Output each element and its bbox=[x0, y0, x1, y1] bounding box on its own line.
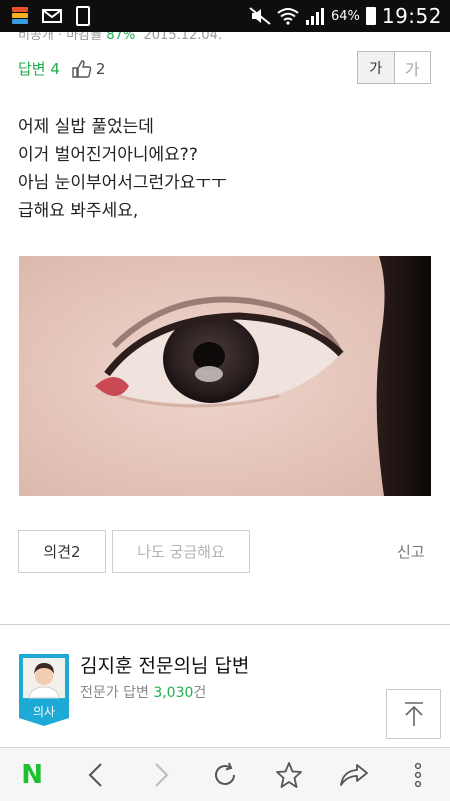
clock: 19:52 bbox=[381, 4, 442, 28]
chevron-right-icon bbox=[154, 762, 169, 787]
more-vertical-icon bbox=[414, 762, 421, 787]
app-notification-icon bbox=[12, 7, 28, 25]
share-button[interactable] bbox=[330, 751, 378, 799]
expert-answer-title[interactable]: 김지훈 전문의님 답변 bbox=[80, 651, 249, 678]
font-size-toggle: 가 가 bbox=[357, 51, 431, 84]
font-size-large-button[interactable]: 가 bbox=[395, 52, 431, 83]
refresh-button[interactable] bbox=[201, 751, 249, 799]
naver-home-button[interactable]: N bbox=[8, 751, 56, 799]
star-icon bbox=[276, 761, 303, 788]
opinion-button[interactable]: 의견2 bbox=[18, 530, 106, 573]
question-line: 이거 벌어진거아니에요?? bbox=[18, 145, 198, 165]
more-menu-button[interactable] bbox=[394, 751, 442, 799]
question-line: 급해요 봐주세요, bbox=[18, 201, 139, 221]
status-bar: 64% 19:52 bbox=[0, 0, 450, 32]
mute-icon bbox=[249, 7, 271, 25]
battery-percent: 64% bbox=[330, 8, 360, 24]
answer-count-link[interactable]: 답변 4 bbox=[18, 58, 60, 79]
section-divider bbox=[0, 624, 450, 625]
thumbs-up-icon bbox=[72, 59, 92, 78]
like-button[interactable]: 2 bbox=[72, 59, 106, 78]
report-link[interactable]: 신고 bbox=[397, 541, 425, 562]
question-line: 아님 눈이부어서그런가요ㅜㅜ bbox=[18, 173, 227, 193]
wifi-icon bbox=[277, 8, 299, 25]
doctor-badge: 의사 bbox=[32, 705, 56, 719]
refresh-icon bbox=[214, 762, 235, 785]
arrow-up-icon bbox=[404, 702, 423, 726]
share-icon bbox=[339, 763, 368, 786]
like-count: 2 bbox=[95, 59, 106, 78]
expert-stats-suffix: 건 bbox=[193, 685, 207, 701]
scroll-to-top-button[interactable] bbox=[386, 689, 441, 739]
question-actions: 의견2 나도 궁금해요 bbox=[18, 530, 250, 573]
chevron-left-icon bbox=[89, 762, 103, 787]
bookmark-button[interactable] bbox=[265, 751, 313, 799]
me-too-curious-button[interactable]: 나도 궁금해요 bbox=[112, 530, 250, 573]
expert-stats-prefix: 전문가 답변 bbox=[80, 685, 149, 701]
mail-icon bbox=[42, 9, 62, 23]
back-button[interactable] bbox=[72, 751, 120, 799]
signal-icon bbox=[305, 8, 324, 25]
question-photo[interactable] bbox=[19, 256, 431, 496]
expert-stats: 전문가 답변 3,030건 bbox=[80, 682, 206, 702]
eye-photo-illustration bbox=[19, 256, 431, 496]
question-body: 어제 실밥 풀었는데 이거 벌어진거아니에요?? 아님 눈이부어서그런가요ㅜㅜ … bbox=[18, 113, 227, 225]
font-size-small-button[interactable]: 가 bbox=[358, 52, 395, 83]
expert-answer-count: 3,030 bbox=[153, 685, 194, 701]
naver-logo-icon: N bbox=[21, 759, 44, 790]
forward-button[interactable] bbox=[137, 751, 185, 799]
phone-icon bbox=[76, 6, 90, 26]
question-line: 어제 실밥 풀었는데 bbox=[18, 117, 154, 137]
battery-icon bbox=[365, 7, 376, 25]
bottom-navigation: N bbox=[0, 747, 450, 801]
answers-row: 답변 4 2 bbox=[18, 58, 105, 79]
expert-avatar[interactable]: 의사 bbox=[19, 654, 69, 726]
